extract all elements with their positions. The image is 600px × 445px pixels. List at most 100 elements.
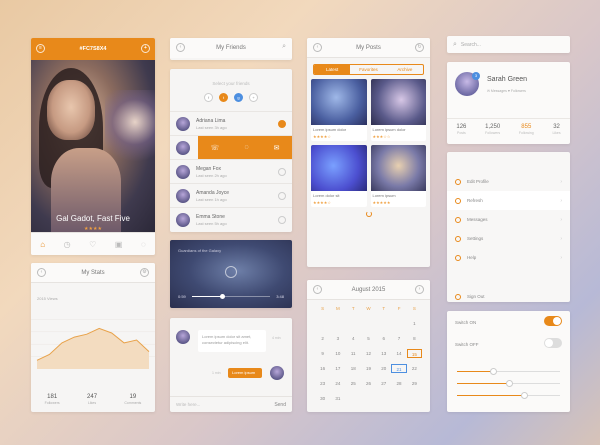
- calendar-day[interactable]: 17: [330, 364, 345, 373]
- calendar-day[interactable]: 14: [391, 349, 406, 358]
- calendar-day[interactable]: 29: [407, 379, 422, 388]
- chat-input[interactable]: Write here...: [176, 402, 200, 407]
- calendar-day[interactable]: 9: [315, 349, 330, 358]
- home-icon[interactable]: ⌂: [40, 240, 45, 249]
- calendar-day[interactable]: 4: [346, 334, 361, 343]
- plus-icon[interactable]: +: [249, 93, 258, 102]
- video-progress-track[interactable]: [192, 294, 270, 299]
- calendar-day[interactable]: 7: [391, 334, 406, 343]
- menu-item-messages[interactable]: Messages ›: [447, 210, 570, 229]
- mail-icon[interactable]: ✉: [274, 144, 280, 152]
- calendar-day[interactable]: 18: [346, 364, 361, 373]
- google-icon[interactable]: g: [234, 93, 243, 102]
- calendar-day[interactable]: 8: [407, 334, 422, 343]
- calendar-header: ‹ August 2015 ›: [307, 280, 430, 300]
- calendar-day[interactable]: 12: [361, 349, 376, 358]
- friend-row-actions[interactable]: ☏ ◌ ✉: [170, 135, 292, 160]
- stat-likes[interactable]: 32 Likes: [552, 124, 560, 136]
- slider-knob[interactable]: [520, 392, 528, 399]
- calendar-day[interactable]: 24: [330, 379, 345, 388]
- next-month-icon[interactable]: ›: [415, 285, 424, 294]
- calendar-day[interactable]: 21: [391, 364, 407, 373]
- stat-following[interactable]: 855 Following: [519, 124, 534, 136]
- calendar-day[interactable]: 30: [315, 394, 330, 403]
- video-progress-knob[interactable]: [219, 294, 225, 299]
- send-button[interactable]: Send: [274, 402, 286, 408]
- chat-icon[interactable]: ◌: [141, 240, 146, 249]
- facebook-icon[interactable]: f: [204, 93, 213, 102]
- prev-month-icon[interactable]: ‹: [313, 285, 322, 294]
- message-icon[interactable]: ◌: [244, 144, 248, 151]
- calendar-day[interactable]: 11: [346, 349, 361, 358]
- calendar-day[interactable]: 27: [376, 379, 391, 388]
- back-icon[interactable]: ‹: [176, 43, 185, 52]
- settings-card: Switch ON Switch OFF: [447, 311, 570, 412]
- menu-item-help[interactable]: Help ›: [447, 248, 570, 267]
- calendar-day[interactable]: 28: [391, 379, 406, 388]
- calendar-day[interactable]: 10: [330, 349, 345, 358]
- friend-row[interactable]: Adriana Lima Last seen 3h ago: [170, 111, 292, 135]
- post-image: [311, 145, 367, 191]
- toggle-switch-on[interactable]: [544, 316, 562, 326]
- sign-out-button[interactable]: Sign Out: [447, 287, 570, 302]
- post-tile[interactable]: Lorem ipsum dolor ★★★☆☆: [370, 79, 426, 141]
- friend-row[interactable]: Megan Fox Last seen 2h ago: [170, 159, 292, 183]
- play-icon[interactable]: [225, 266, 237, 278]
- calendar-day[interactable]: 31: [330, 394, 345, 403]
- friend-checkbox[interactable]: [278, 120, 286, 128]
- back-icon[interactable]: ‹: [313, 43, 322, 52]
- calendar-day[interactable]: 3: [330, 334, 345, 343]
- back-icon[interactable]: ‹: [37, 268, 46, 277]
- calendar-day[interactable]: 26: [361, 379, 376, 388]
- stat-posts[interactable]: 126 Posts: [456, 124, 466, 136]
- friend-checkbox[interactable]: [278, 168, 286, 176]
- heart-icon[interactable]: ♡: [89, 240, 96, 249]
- slider-knob[interactable]: [490, 368, 498, 375]
- slider-knob[interactable]: [505, 380, 513, 387]
- calendar-day[interactable]: 5: [361, 334, 376, 343]
- calendar-day[interactable]: 23: [315, 379, 330, 388]
- twitter-icon[interactable]: t: [219, 93, 228, 102]
- search-icon[interactable]: ⌕: [282, 43, 286, 51]
- menu-item-refresh[interactable]: Refresh ›: [447, 191, 570, 210]
- friend-checkbox[interactable]: [278, 192, 286, 200]
- stat-followers: 181 Followers: [44, 394, 60, 405]
- calendar-day[interactable]: 1: [407, 319, 422, 328]
- add-icon[interactable]: +: [141, 44, 150, 53]
- menu-item-edit-profile[interactable]: Edit Profile ›: [447, 172, 570, 191]
- segment-archive[interactable]: Archive: [387, 65, 423, 74]
- refresh-icon[interactable]: ↻: [415, 43, 424, 52]
- clock-icon[interactable]: ◷: [64, 240, 71, 249]
- slider-3[interactable]: [457, 392, 560, 399]
- calendar-day[interactable]: 2: [315, 334, 330, 343]
- menu-item-settings[interactable]: Settings ›: [447, 229, 570, 248]
- phone-icon[interactable]: ☏: [211, 144, 220, 152]
- slider-1[interactable]: [457, 368, 560, 375]
- menu-icon[interactable]: ≡: [36, 44, 45, 53]
- post-tile[interactable]: Lorem ipsum ★★★★★: [370, 145, 426, 207]
- friend-row[interactable]: Emma Stone Last seen 5h ago: [170, 207, 292, 231]
- calendar-empty: [346, 319, 361, 328]
- post-tile[interactable]: Lorem ipsum dolor ★★★★☆: [311, 79, 367, 141]
- friend-checkbox[interactable]: [278, 216, 286, 224]
- toggle-switch-off[interactable]: [544, 338, 562, 348]
- calendar-day[interactable]: 13: [376, 349, 391, 358]
- calendar-day[interactable]: 15: [406, 349, 422, 358]
- calendar-day[interactable]: 6: [376, 334, 391, 343]
- calendar-day[interactable]: 25: [346, 379, 361, 388]
- search-bar[interactable]: ⌕ Search...: [447, 36, 570, 53]
- calendar-day[interactable]: 16: [315, 364, 330, 373]
- search-input[interactable]: Search...: [461, 42, 481, 48]
- friend-row[interactable]: Amanda Joyce Last seen 1h ago: [170, 183, 292, 207]
- settings-icon[interactable]: ⚙: [140, 268, 149, 277]
- slider-2[interactable]: [457, 380, 560, 387]
- avatar: [176, 141, 190, 155]
- calendar-day[interactable]: 19: [361, 364, 376, 373]
- segment-favorites[interactable]: Favorites: [350, 65, 386, 74]
- calendar-day[interactable]: 22: [407, 364, 422, 373]
- stat-followers[interactable]: 1,250 Followers: [485, 124, 500, 136]
- segment-latest[interactable]: Latest: [314, 65, 351, 74]
- gallery-icon[interactable]: ▣: [115, 240, 123, 249]
- calendar-day[interactable]: 20: [376, 364, 391, 373]
- post-tile[interactable]: Lorem dolor sit ★★★★☆: [311, 145, 367, 207]
